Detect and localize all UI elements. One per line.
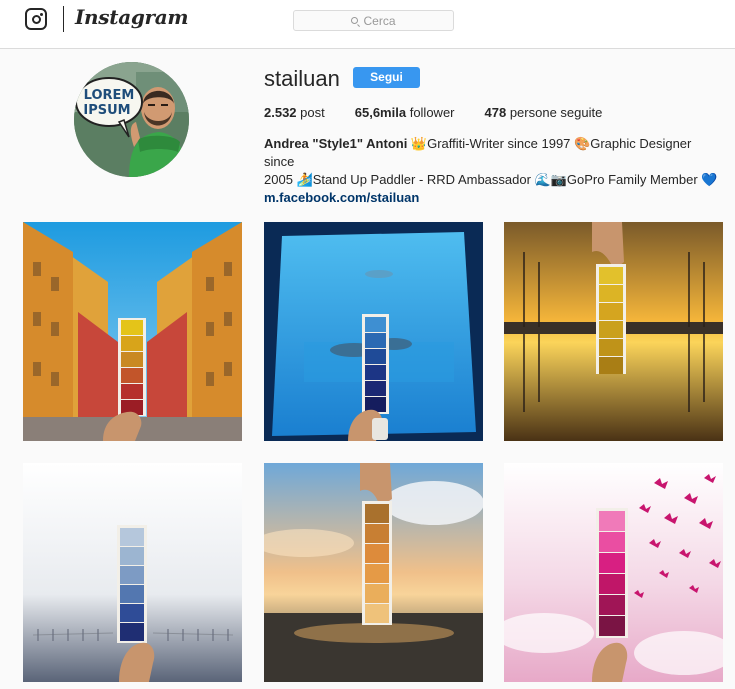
palette-swatch	[599, 532, 625, 552]
stat-posts: 2.532 post	[264, 105, 325, 120]
follow-button[interactable]: Segui	[353, 67, 420, 88]
palette-swatch	[120, 623, 144, 641]
bio-full-name: Andrea "Style1" Antoni	[264, 136, 408, 151]
palette-swatch	[121, 384, 143, 399]
search-placeholder: Cerca	[363, 13, 396, 28]
post-foggy-pier-palette[interactable]	[23, 463, 242, 682]
profile-username: stailuan	[264, 66, 340, 91]
post-butterflies-palette[interactable]	[504, 463, 723, 682]
palette-swatch	[599, 303, 623, 320]
stat-posts-count: 2.532	[264, 105, 297, 120]
palette-swatch	[365, 604, 389, 623]
post-sunset-harbour-palette[interactable]	[504, 222, 723, 441]
palette-swatch	[365, 397, 386, 412]
instagram-camera-icon[interactable]	[25, 8, 47, 30]
bio-website-link[interactable]: m.facebook.com/stailuan	[264, 189, 724, 207]
palette-swatch	[365, 349, 386, 364]
palette-swatch	[599, 511, 625, 531]
palette-swatch	[121, 320, 143, 335]
palette-swatch	[599, 553, 625, 573]
palette-swatch	[365, 333, 386, 348]
palette-swatch	[121, 336, 143, 351]
avatar-sign-line2: IPSUM	[83, 103, 130, 118]
profile-bio: Andrea "Style1" Antoni 👑Graffiti-Writer …	[264, 135, 724, 207]
stat-following-count: 478	[484, 105, 507, 120]
palette-swatch	[599, 357, 623, 374]
palette-swatch	[365, 317, 386, 332]
post-beach-sunset-palette[interactable]	[264, 463, 483, 682]
top-navigation-bar: Instagram Cerca	[0, 0, 735, 49]
palette-swatch	[120, 585, 144, 603]
palette-swatch	[599, 267, 623, 284]
palette-swatch	[120, 566, 144, 584]
post-street-palette[interactable]	[23, 222, 242, 441]
palette-swatch	[599, 339, 623, 356]
palette-swatch	[599, 616, 625, 636]
search-input[interactable]: Cerca	[293, 10, 454, 31]
palette-swatch	[365, 584, 389, 603]
palette-swatch	[599, 285, 623, 302]
post-aquarium-palette[interactable]	[264, 222, 483, 441]
palette-swatch	[365, 524, 389, 543]
palette-swatch	[599, 595, 625, 615]
profile-avatar[interactable]: LOREM IPSUM	[74, 62, 189, 177]
logo-divider	[63, 6, 64, 32]
bio-line2: 2005 🏄Stand Up Paddler - RRD Ambassador …	[264, 172, 718, 187]
profile-stats: 2.532 post 65,6mila follower 478 persone…	[264, 105, 632, 120]
stat-followers[interactable]: 65,6mila follower	[355, 105, 455, 120]
palette-swatch	[120, 528, 144, 546]
stat-followers-count: 65,6mila	[354, 105, 407, 120]
stat-posts-label: post	[300, 105, 325, 120]
palette-swatch	[121, 368, 143, 383]
stat-followers-label: follower	[409, 105, 455, 120]
palette-swatch	[365, 365, 386, 380]
palette-swatch	[365, 564, 389, 583]
palette-swatch	[365, 381, 386, 396]
search-icon	[351, 17, 359, 24]
palette-swatch	[365, 504, 389, 523]
avatar-sign-line1: LOREM	[84, 88, 135, 103]
palette-swatch	[121, 352, 143, 367]
palette-swatch	[120, 547, 144, 565]
stat-following-label: persone seguite	[509, 105, 603, 120]
palette-swatch	[365, 544, 389, 563]
palette-swatch	[599, 321, 623, 338]
palette-swatch	[599, 574, 625, 594]
stat-following[interactable]: 478 persone seguite	[485, 105, 603, 120]
instagram-wordmark[interactable]: Instagram	[75, 5, 189, 29]
palette-swatch	[120, 604, 144, 622]
